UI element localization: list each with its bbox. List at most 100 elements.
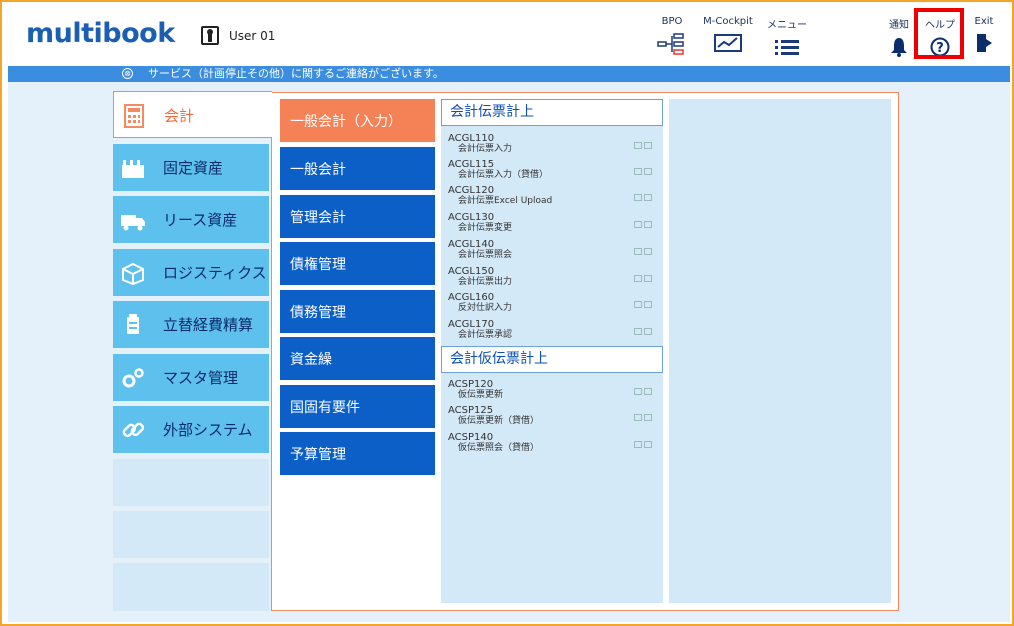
menu-entry[interactable]: ACSP120 仮伝票更新 [448, 379, 658, 401]
menu-entry[interactable]: ACGL160 反対仕訳入力 [448, 292, 658, 314]
copy-icon[interactable] [634, 221, 642, 228]
exit-door-icon [977, 34, 992, 52]
category-empty-slot [113, 459, 269, 506]
nav-notify[interactable]: 通知 [886, 16, 912, 57]
nav-exit[interactable]: Exit [970, 16, 998, 53]
suitcase-icon [127, 314, 139, 334]
subcategory-budget[interactable]: 予算管理 [280, 432, 435, 475]
section-header: 会計仮伝票計上 [441, 346, 663, 373]
category-master[interactable]: マスタ管理 [113, 354, 269, 401]
nav-exit-label: Exit [974, 16, 994, 27]
subcategory-country-specific[interactable]: 国固有要件 [280, 385, 435, 428]
entry-code: ACSP125 [448, 405, 494, 416]
box-icon [122, 262, 144, 286]
window-icon[interactable] [644, 168, 652, 175]
subcategory-cash-flow[interactable]: 資金繰 [280, 337, 435, 380]
entry-name: 会計伝票照会 [458, 250, 513, 260]
subcategory-label: 資金繰 [290, 352, 332, 368]
subcategory-label: 一般会計 [290, 162, 346, 178]
menu-entry[interactable]: ACSP140 仮伝票照会（貸借） [448, 432, 658, 454]
line-chart-icon [714, 34, 742, 52]
copy-icon[interactable] [634, 142, 642, 149]
category-label: ロジスティクス [163, 264, 267, 282]
copy-icon[interactable] [634, 301, 642, 308]
entry-code: ACSP140 [448, 432, 494, 443]
copy-icon[interactable] [634, 441, 642, 448]
entry-code: ACGL170 [448, 319, 495, 330]
copy-icon[interactable] [634, 328, 642, 335]
multibook-logo[interactable]: multibook [26, 18, 175, 49]
copy-icon[interactable] [634, 388, 642, 395]
copy-icon[interactable] [634, 168, 642, 175]
nav-menu-label: メニュー [767, 20, 807, 31]
subcategory-general-accounting[interactable]: 一般会計 [280, 147, 435, 190]
list-menu-icon [775, 40, 799, 55]
category-empty-slot [113, 511, 269, 558]
subcategory-label: 債権管理 [290, 257, 346, 273]
entry-actions [632, 293, 654, 308]
subcategory-label: 債務管理 [290, 305, 346, 321]
user-icon [201, 26, 219, 45]
entry-name: 会計伝票入力 [458, 144, 513, 154]
window-icon[interactable] [644, 142, 652, 149]
subcategory-label: 国固有要件 [290, 400, 360, 416]
section-header: 会計伝票計上 [441, 99, 663, 126]
window-icon[interactable] [644, 328, 652, 335]
category-lease-assets[interactable]: リース資産 [113, 196, 269, 243]
copy-icon[interactable] [634, 248, 642, 255]
window-icon[interactable] [644, 275, 652, 282]
subcategory-management-accounting[interactable]: 管理会計 [280, 195, 435, 238]
window-icon[interactable] [644, 248, 652, 255]
nav-menu[interactable]: メニュー [764, 16, 810, 57]
copy-icon[interactable] [634, 194, 642, 201]
entry-name: 会計伝票入力（貸借） [458, 170, 549, 180]
entry-name: 仮伝票更新 [458, 390, 504, 400]
copy-icon[interactable] [634, 275, 642, 282]
user-name[interactable]: User 01 [229, 29, 275, 43]
gears-icon [122, 368, 144, 388]
entry-actions [632, 380, 654, 395]
entry-name: 仮伝票更新（貸借） [458, 416, 540, 426]
entry-actions [632, 240, 654, 255]
subcategory-payables[interactable]: 債務管理 [280, 290, 435, 333]
menu-entry[interactable]: ACSP125 仮伝票更新（貸借） [448, 405, 658, 427]
menu-entry[interactable]: ACGL110 会計伝票入力 [448, 133, 658, 155]
entry-actions [632, 213, 654, 228]
copy-icon[interactable] [634, 414, 642, 421]
category-expense[interactable]: 立替経費精算 [113, 301, 269, 348]
window-icon[interactable] [644, 414, 652, 421]
menu-entry[interactable]: ACGL115 会計伝票入力（貸借） [448, 159, 658, 181]
entry-name: 会計伝票承認 [458, 330, 513, 340]
bell-icon [891, 38, 907, 57]
category-logistics[interactable]: ロジスティクス [113, 249, 269, 296]
entry-name: 会計伝票Excel Upload [458, 196, 553, 206]
nav-mcockpit[interactable]: M-Cockpit [702, 16, 754, 53]
service-notice-bar[interactable]: ⊗ サービス（計画停止その他）に関するご連絡がございます。 [8, 66, 1010, 82]
window-icon[interactable] [644, 221, 652, 228]
window-icon[interactable] [644, 301, 652, 308]
category-label: 会計 [164, 107, 195, 125]
category-external[interactable]: 外部システム [113, 406, 269, 453]
detail-column [669, 99, 891, 603]
entry-actions [632, 406, 654, 421]
notice-text[interactable]: サービス（計画停止その他）に関するご連絡がございます。 [148, 66, 444, 82]
window-icon[interactable] [644, 194, 652, 201]
nav-bpo[interactable]: BPO [655, 16, 689, 55]
entry-code: ACGL160 [448, 292, 495, 303]
menu-entry[interactable]: ACGL130 会計伝票変更 [448, 212, 658, 234]
menu-entry[interactable]: ACGL140 会計伝票照会 [448, 239, 658, 261]
nav-mcockpit-label: M-Cockpit [703, 16, 753, 27]
category-fixed-assets[interactable]: 固定資産 [113, 144, 269, 191]
entry-code: ACGL110 [448, 133, 495, 144]
menu-entry[interactable]: ACGL170 会計伝票承認 [448, 319, 658, 341]
menu-entry[interactable]: ACGL150 会計伝票出力 [448, 266, 658, 288]
subcategory-general-accounting-input[interactable]: 一般会計（入力） [280, 99, 435, 142]
window-icon[interactable] [644, 441, 652, 448]
factory-icon [122, 160, 144, 178]
window-icon[interactable] [644, 388, 652, 395]
subcategory-receivables[interactable]: 債権管理 [280, 242, 435, 285]
subcategory-label: 管理会計 [290, 210, 346, 226]
close-circle-icon[interactable]: ⊗ [122, 68, 133, 79]
menu-entry[interactable]: ACGL120 会計伝票Excel Upload [448, 185, 658, 207]
category-accounting[interactable]: 会計 [113, 91, 272, 138]
